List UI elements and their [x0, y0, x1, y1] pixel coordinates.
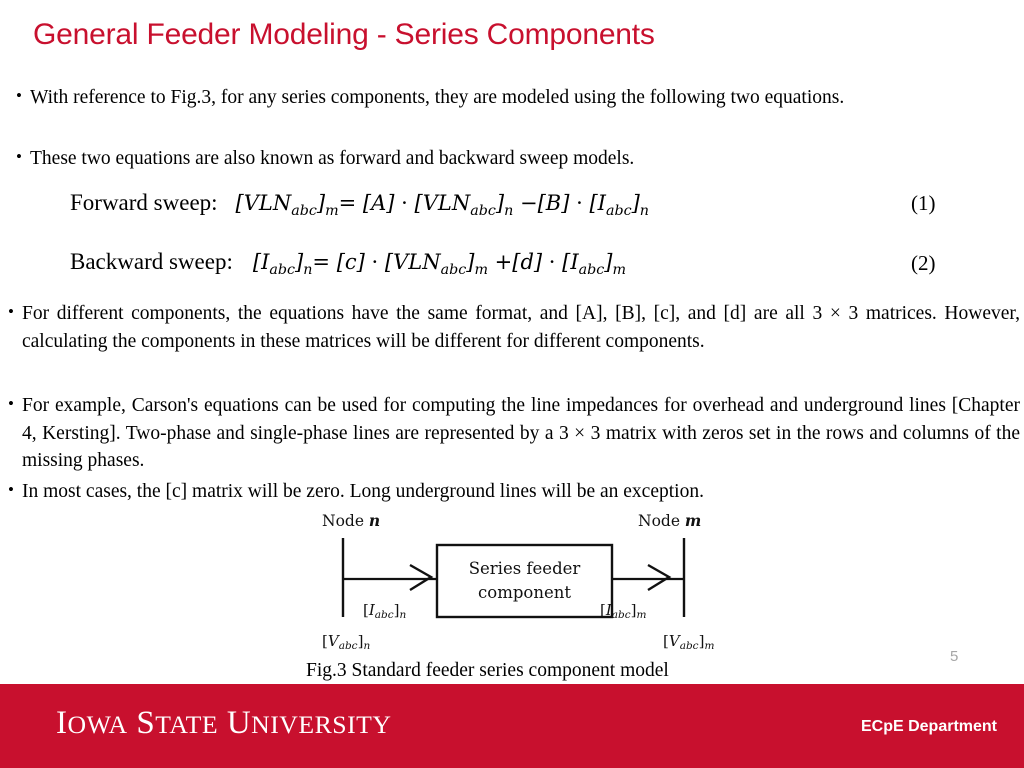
bullet-text: For example, Carson's equations can be u… [22, 395, 1020, 472]
bullet-item: • These two equations are also known as … [8, 145, 1020, 173]
series-feeder-box [435, 543, 614, 619]
page-title: General Feeder Modeling - Series Compone… [33, 18, 655, 51]
bullet-marker-icon: • [16, 86, 22, 105]
equation-number: (2) [911, 251, 936, 275]
isu-logo: IOWA STATE UNIVERSITY [56, 707, 391, 740]
current-left-label: [Iabc]n [363, 601, 407, 621]
bullet-item: • For different components, the equation… [0, 300, 1020, 355]
equation-forward-sweep: Forward sweep: [VLNabc]m= [A] · [VLNabc]… [70, 190, 649, 219]
series-feeder-box-line2: component [478, 583, 571, 602]
equation-label: Forward sweep: [70, 190, 218, 215]
bullet-text: With reference to Fig.3, for any series … [30, 87, 845, 108]
equation-label: Backward sweep: [70, 249, 233, 274]
figure-caption: Fig.3 Standard feeder series component m… [306, 660, 669, 681]
bullet-marker-icon: • [8, 302, 14, 321]
node-left-label: Node n [322, 512, 380, 530]
page-number: 5 [950, 648, 959, 665]
equation-number: (1) [911, 191, 936, 215]
equation-expression: [Iabc]n= [c] · [VLNabc]m +[d] · [Iabc]m [252, 250, 627, 279]
series-feeder-box-line1: Series feeder [469, 559, 581, 578]
bullet-text: These two equations are also known as fo… [30, 148, 635, 169]
bullet-item: • In most cases, the [c] matrix will be … [0, 478, 1020, 506]
arrow-right-icon [647, 563, 672, 592]
department-label: ECpE Department [860, 718, 997, 735]
bullet-marker-icon: • [16, 147, 22, 166]
node-right-label: Node m [638, 512, 701, 530]
bullet-marker-icon: • [8, 394, 14, 413]
bullet-marker-icon: • [8, 480, 14, 499]
bullet-item: • For example, Carson's equations can be… [0, 392, 1020, 475]
bullet-text: For different components, the equations … [22, 303, 1020, 352]
voltage-left-label: [Vabc]n [322, 632, 370, 652]
current-right-label: [Iabc]m [600, 601, 647, 621]
bullet-text: In most cases, the [c] matrix will be ze… [22, 481, 704, 502]
equation-backward-sweep: Backward sweep: [Iabc]n= [c] · [VLNabc]m… [70, 249, 626, 278]
voltage-right-label: [Vabc]m [663, 632, 714, 652]
bullet-item: • With reference to Fig.3, for any serie… [8, 84, 1020, 112]
isu-logo-text: IOWA STATE UNIVERSITY [56, 705, 392, 741]
arrow-left-icon [409, 563, 434, 592]
series-feeder-diagram: Node n Node m Series feeder component [I… [300, 512, 730, 662]
equation-expression: [VLNabc]m= [A] · [VLNabc]n −[B] · [Iabc]… [235, 191, 649, 220]
